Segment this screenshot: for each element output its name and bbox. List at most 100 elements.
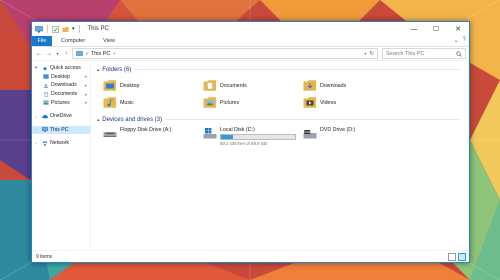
pictures-icon bbox=[43, 100, 49, 105]
drive-free-space: 50.2 GB free of 59.9 GB bbox=[220, 141, 268, 146]
pin-icon: ⌖ bbox=[84, 74, 87, 80]
explorer-body: ▾ Quick access Desktop ⌖ Downloads ⌖ Doc… bbox=[32, 61, 469, 249]
drives-group-header[interactable]: ▴ Devices and drives (3) bbox=[97, 115, 469, 124]
sidebar-item-network[interactable]: › Network bbox=[32, 139, 90, 148]
search-icon bbox=[456, 50, 462, 57]
refresh-icon[interactable]: ↻ bbox=[369, 51, 374, 57]
drive-label: Local Disk (C:) bbox=[220, 127, 255, 133]
quick-access-toolbar: ▾ This PC bbox=[32, 25, 109, 33]
tab-view[interactable]: View bbox=[94, 36, 124, 46]
address-dropdown-icon[interactable]: ▾ bbox=[364, 51, 366, 56]
folders-grid: Desktop Documents Downloads Music Pictur… bbox=[103, 77, 469, 111]
folder-videos[interactable]: Videos bbox=[303, 94, 403, 111]
folder-pictures[interactable]: Pictures bbox=[203, 94, 303, 111]
sidebar-item-documents[interactable]: Documents ⌖ bbox=[32, 90, 90, 99]
maximize-button[interactable]: ☐ bbox=[425, 22, 447, 36]
sidebar-item-label: Documents bbox=[51, 91, 78, 98]
sidebar-item-quick-access[interactable]: ▾ Quick access bbox=[32, 64, 90, 73]
drive-usage-bar bbox=[220, 134, 296, 140]
sidebar-item-label: Network bbox=[50, 140, 70, 147]
folder-label: Desktop bbox=[120, 82, 140, 89]
group-title: Devices and drives (3) bbox=[102, 116, 162, 123]
pin-icon: ⌖ bbox=[84, 91, 87, 97]
desktop-folder-icon bbox=[103, 80, 116, 91]
tab-computer[interactable]: Computer bbox=[52, 36, 94, 46]
sidebar-item-onedrive[interactable]: › OneDrive bbox=[32, 112, 90, 121]
documents-icon bbox=[44, 91, 48, 97]
breadcrumb-this-pc[interactable]: This PC bbox=[91, 51, 111, 57]
drive-label: Floppy Disk Drive (A:) bbox=[120, 127, 172, 133]
breadcrumb-separator: › bbox=[113, 50, 116, 57]
this-pc-icon bbox=[42, 127, 48, 133]
pin-icon: ⌖ bbox=[84, 100, 87, 106]
drive-local-c[interactable]: Local Disk (C:) 50.2 GB free of 59.9 GB bbox=[203, 127, 303, 146]
drive-dvd[interactable]: DVD DVD Drive (D:) bbox=[303, 127, 403, 146]
view-toggles bbox=[448, 253, 466, 261]
folders-group-header[interactable]: ▴ Folders (6) bbox=[97, 65, 469, 74]
help-icon[interactable]: ? bbox=[463, 37, 466, 44]
item-count: 9 items bbox=[36, 253, 53, 260]
network-icon bbox=[42, 141, 48, 146]
expand-ribbon-icon[interactable]: ⌄ bbox=[454, 37, 459, 44]
floppy-drive-icon bbox=[103, 132, 117, 137]
sidebar-item-downloads[interactable]: Downloads ⌖ bbox=[32, 81, 90, 90]
status-bar: 9 items bbox=[32, 250, 469, 262]
ribbon-tabs: File Computer View ⌄ ? bbox=[32, 36, 469, 47]
folder-downloads[interactable]: Downloads bbox=[303, 77, 403, 94]
drive-floppy[interactable]: Floppy Disk Drive (A:) bbox=[103, 127, 203, 146]
group-collapse-icon[interactable]: ▴ bbox=[97, 67, 99, 73]
collapse-caret-icon[interactable]: ▾ bbox=[35, 65, 40, 71]
sidebar-item-label: Desktop bbox=[51, 73, 71, 80]
folder-label: Pictures bbox=[220, 99, 240, 106]
group-divider bbox=[164, 119, 459, 120]
sidebar-item-this-pc[interactable]: › This PC bbox=[32, 125, 90, 135]
expand-caret-icon[interactable]: › bbox=[35, 114, 40, 119]
expand-caret-icon[interactable]: › bbox=[35, 127, 40, 132]
address-bar[interactable]: › This PC › ▾ ↻ bbox=[72, 48, 378, 59]
drives-grid: Floppy Disk Drive (A:) Local Disk (C:) 5… bbox=[103, 127, 469, 146]
tab-file[interactable]: File bbox=[32, 36, 52, 46]
toolbar-divider bbox=[78, 25, 80, 33]
recent-locations-icon[interactable]: ▾ bbox=[55, 49, 60, 59]
folder-documents[interactable]: Documents bbox=[203, 77, 303, 94]
pin-icon: ⌖ bbox=[84, 82, 87, 88]
qa-dropdown-icon[interactable]: ▾ bbox=[72, 26, 75, 32]
back-button[interactable]: ← bbox=[35, 49, 43, 59]
up-button[interactable]: ↑ bbox=[62, 49, 70, 59]
properties-icon[interactable] bbox=[52, 25, 59, 33]
desktop-icon bbox=[43, 74, 49, 80]
sidebar-item-label: Quick access bbox=[50, 65, 81, 72]
content-pane: ▴ Folders (6) Desktop Documents Download… bbox=[91, 61, 469, 249]
toolbar-divider bbox=[47, 25, 48, 33]
breadcrumb-separator: › bbox=[86, 50, 88, 57]
music-folder-icon bbox=[103, 97, 116, 108]
group-title: Folders (6) bbox=[102, 66, 132, 73]
sidebar-item-pictures[interactable]: Pictures ⌖ bbox=[32, 98, 90, 107]
window-title: This PC bbox=[87, 26, 109, 32]
expand-caret-icon[interactable]: › bbox=[35, 141, 40, 146]
drive-label: DVD Drive (D:) bbox=[320, 127, 356, 133]
group-divider bbox=[134, 69, 459, 70]
forward-button[interactable]: → bbox=[45, 49, 53, 59]
sidebar-item-desktop[interactable]: Desktop ⌖ bbox=[32, 73, 90, 82]
windows-drive-icon bbox=[203, 128, 217, 139]
details-view-icon[interactable] bbox=[448, 253, 456, 261]
sidebar-item-label: Downloads bbox=[51, 82, 77, 89]
folder-desktop[interactable]: Desktop bbox=[103, 77, 203, 94]
folder-label: Downloads bbox=[320, 82, 347, 89]
large-icons-view-icon[interactable] bbox=[458, 253, 466, 261]
close-button[interactable]: ✕ bbox=[447, 22, 469, 36]
search-placeholder: Search This PC bbox=[386, 50, 425, 57]
star-icon bbox=[42, 66, 48, 71]
group-collapse-icon[interactable]: ▴ bbox=[97, 117, 99, 123]
minimize-button[interactable]: — bbox=[403, 22, 425, 36]
search-input[interactable]: Search This PC bbox=[382, 48, 466, 59]
downloads-folder-icon bbox=[303, 80, 316, 91]
title-bar: ▾ This PC — ☐ ✕ bbox=[32, 22, 469, 36]
folder-music[interactable]: Music bbox=[103, 94, 203, 111]
sidebar-item-label: This PC bbox=[50, 126, 69, 133]
address-row: ← → ▾ ↑ › This PC › ▾ ↻ Search This PC bbox=[32, 47, 469, 61]
new-folder-icon[interactable] bbox=[62, 26, 69, 33]
window-controls: — ☐ ✕ bbox=[403, 22, 469, 36]
sidebar-item-label: Pictures bbox=[51, 99, 70, 106]
